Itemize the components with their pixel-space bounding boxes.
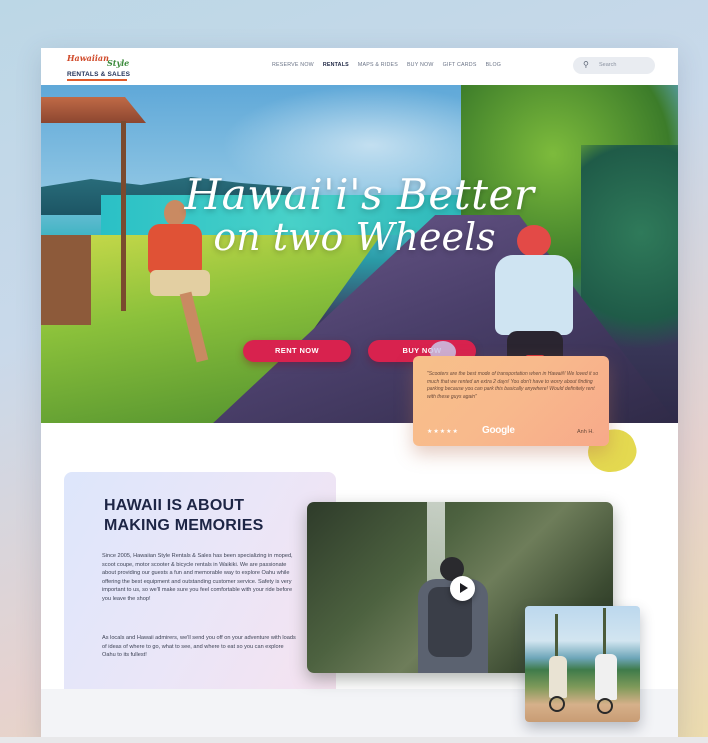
nav-item-gift-cards[interactable]: GIFT CARDS [443,62,477,68]
about-section: HAWAII IS ABOUT MAKING MEMORIES Since 20… [64,472,336,709]
nav-item-buy-now[interactable]: BUY NOW [407,62,434,68]
logo-underline [67,79,127,81]
main-menu: RESERVE NOW RENTALS MAPS & RIDES BUY NOW… [272,62,501,68]
nav-item-blog[interactable]: BLOG [486,62,502,68]
hero-hut-roof [41,97,146,123]
nav-item-rentals[interactable]: RENTALS [323,62,349,68]
about-paragraph-2: As locals and Hawaii admirers, we'll sen… [102,635,296,658]
search-icon: ⚲ [583,60,589,69]
about-heading: HAWAII IS ABOUT MAKING MEMORIES [104,497,264,534]
review-card: "Scooters are the best mode of transport… [413,356,609,446]
video-hiker [412,557,492,673]
rent-now-button[interactable]: RENT NOW [243,340,351,362]
hero-headline: Hawai'i's Better on two Wheels [41,170,678,259]
logo-rentals-sales: RENTALS & SALES [67,71,131,78]
play-icon[interactable] [450,576,475,601]
hero-headline-line-1: Hawai'i's Better [184,170,535,219]
google-logo: Google [482,425,515,436]
nav-item-maps-rides[interactable]: MAPS & RIDES [358,62,398,68]
star-rating-icon: ★★★★★ [427,429,459,435]
review-quote: "Scooters are the best mode of transport… [427,371,599,400]
bike-riders-photo [525,606,640,722]
top-navigation: Hawaiian Style RENTALS & SALES RESERVE N… [41,48,678,85]
web-page: Hawaiian Style RENTALS & SALES RESERVE N… [41,48,678,743]
about-paragraph-1: Since 2005, Hawaiian Style Rentals & Sal… [102,553,293,602]
search-placeholder: Search [599,62,617,68]
review-author: Anh H. [577,429,594,435]
bottom-strip [0,737,708,743]
brand-logo[interactable]: Hawaiian Style RENTALS & SALES [67,53,131,81]
logo-script-hawaiian: Hawaiian [67,53,109,63]
search-input[interactable]: ⚲ Search [573,57,655,74]
logo-script-style: Style [107,58,130,68]
nav-item-reserve-now[interactable]: RESERVE NOW [272,62,314,68]
hero-headline-line-2: on two Wheels [213,215,496,259]
